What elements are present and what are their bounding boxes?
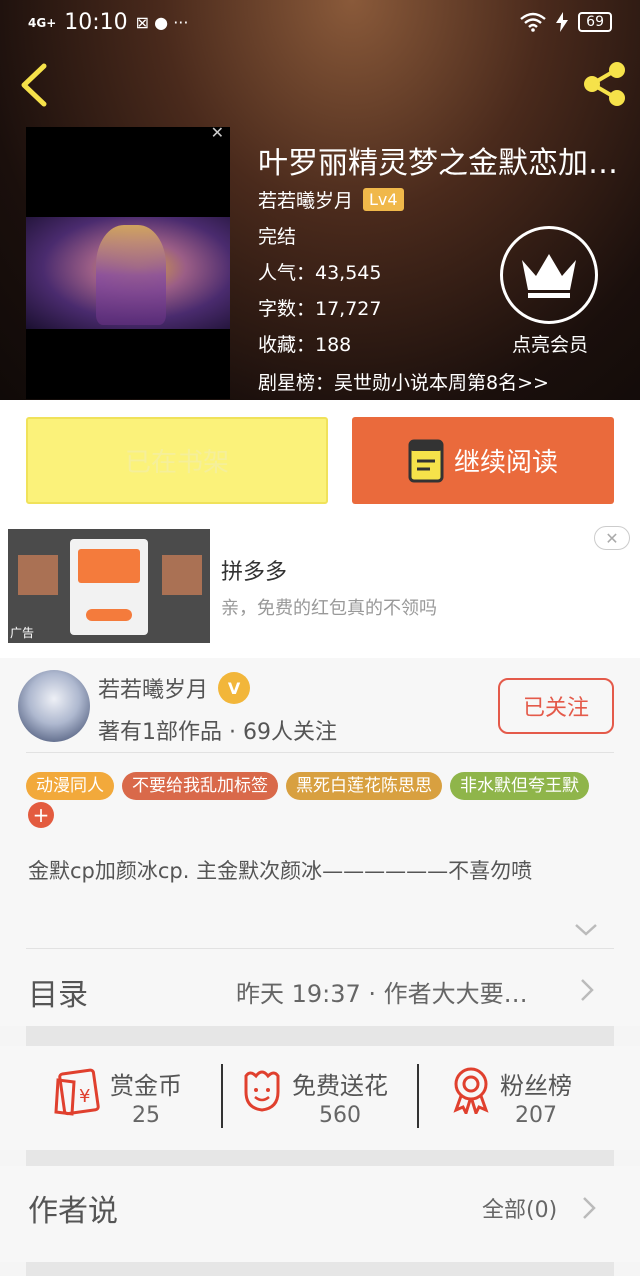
reward-coins-value: 25 [132, 1103, 160, 1128]
send-flower-button[interactable]: 免费送花 560 [240, 1066, 388, 1128]
book-popularity: 人气：43,545 [258, 262, 382, 284]
tag[interactable]: 黑死白莲花陈思思 [286, 772, 442, 800]
tag[interactable]: 动漫同人 [26, 772, 114, 800]
book-header: 4G+ 10:10 ⊠ ● ··· 69 ✕ 叶罗丽精灵梦之金默恋加… 若若曦岁… [0, 0, 640, 400]
book-rank-link[interactable]: 剧星榜：吴世勋小说本周第8名>> [258, 368, 549, 395]
book-author[interactable]: 若若曦岁月 [258, 186, 353, 213]
action-row: 已在书架 继续阅读 [0, 400, 640, 520]
chevron-right-icon [583, 1197, 596, 1219]
section-gap [26, 1026, 614, 1046]
table-of-contents-row[interactable]: 目录 昨天 19:37 · 作者大大要… [0, 950, 640, 1026]
status-time: 10:10 [64, 10, 128, 35]
ad-image: 广告 [8, 529, 210, 643]
in-shelf-label: 已在书架 [124, 448, 229, 478]
chevron-right-icon [581, 979, 594, 1001]
crown-icon [522, 254, 576, 298]
cover-close-icon: ✕ [210, 127, 224, 142]
battery-indicator: 69 [578, 12, 612, 32]
add-tag-button[interactable]: + [28, 802, 54, 828]
send-flower-label: 免费送花 [292, 1072, 388, 1100]
book-author-line[interactable]: 若若曦岁月 Lv4 [258, 186, 404, 213]
close-icon: ✕ [605, 528, 619, 548]
ad-title: 拼多多 [221, 560, 288, 585]
support-row: ¥ 赏金币 25 免费送花 560 粉丝榜 207 [0, 1046, 640, 1150]
ad-tag: 广告 [10, 626, 35, 640]
level-badge: Lv4 [363, 188, 404, 211]
fan-ranking-label: 粉丝榜 [500, 1072, 572, 1100]
book-favorites: 收藏：188 [258, 334, 352, 356]
author-says-label: 作者说 [28, 1194, 118, 1229]
author-says-all[interactable]: 全部(0) [482, 1192, 557, 1224]
ad-close-button[interactable]: ✕ [594, 526, 630, 550]
follow-button[interactable]: 已关注 [498, 678, 614, 734]
book-status: 完结 [258, 226, 297, 248]
charging-icon [556, 12, 569, 32]
divider [26, 752, 614, 753]
verified-badge: V [218, 672, 251, 704]
coin-envelope-icon: ¥ [54, 1068, 100, 1116]
continue-reading-label: 继续阅读 [453, 448, 558, 478]
reward-coins-label: 赏金币 [110, 1072, 182, 1100]
vip-label: 点亮会员 [511, 334, 588, 356]
continue-reading-button[interactable]: 继续阅读 [352, 417, 614, 504]
svg-text:¥: ¥ [79, 1086, 90, 1107]
author-stats: 著有1部作品 · 69人关注 [98, 720, 337, 745]
book-word-count: 字数：17,727 [258, 298, 382, 320]
book-cover[interactable]: ✕ [26, 127, 230, 399]
ad-banner[interactable]: 广告 拼多多 亲，免费的红包真的不领吗 ✕ [0, 520, 640, 658]
book-description: 金默cp加颜冰cp. 主金默次颜冰——————不喜勿喷 [28, 859, 533, 883]
network-indicator: 4G+ [28, 15, 57, 30]
toc-label: 目录 [28, 978, 88, 1013]
share-button[interactable] [580, 60, 628, 108]
status-bar: 4G+ 10:10 ⊠ ● ··· 69 [0, 0, 640, 50]
book-title: 叶罗丽精灵梦之金默恋加… [258, 146, 618, 181]
avatar[interactable] [18, 670, 90, 742]
wifi-icon [520, 12, 546, 32]
share-icon [584, 62, 625, 106]
flower-icon [244, 1070, 280, 1112]
book-icon [408, 439, 444, 482]
author-section: 若若曦岁月 V 著有1部作品 · 69人关注 已关注 动漫同人 不要给我乱加标签… [0, 658, 640, 950]
cover-image [26, 217, 230, 329]
back-button[interactable] [16, 62, 52, 108]
in-shelf-button[interactable]: 已在书架 [26, 417, 328, 504]
toc-latest-chapter: 昨天 19:37 · 作者大大要… [236, 980, 528, 1008]
ad-description: 亲，免费的红包真的不领吗 [221, 598, 437, 619]
divider [221, 1064, 223, 1128]
follow-label: 已关注 [522, 696, 589, 721]
author-name-row[interactable]: 若若曦岁月 V [98, 672, 251, 704]
author-says-row[interactable]: 作者说 全部(0) [0, 1166, 640, 1262]
fan-ranking-value: 207 [515, 1103, 557, 1128]
medal-icon [453, 1067, 489, 1114]
tag-list: 动漫同人 不要给我乱加标签 黑死白莲花陈思思 非水默但夸王默 [26, 772, 626, 800]
section-gap [26, 1262, 614, 1276]
tag[interactable]: 不要给我乱加标签 [122, 772, 278, 800]
divider [26, 948, 614, 949]
chevron-down-icon[interactable] [572, 920, 600, 940]
section-gap [26, 1150, 614, 1166]
send-flower-value: 560 [319, 1103, 361, 1128]
reward-coins-button[interactable]: ¥ 赏金币 25 [54, 1066, 182, 1128]
vip-button[interactable]: 点亮会员 [500, 226, 600, 357]
chevron-left-icon [21, 63, 47, 107]
divider [417, 1064, 419, 1128]
notification-icons: ⊠ ● ··· [135, 13, 189, 32]
tag[interactable]: 非水默但夸王默 [450, 772, 589, 800]
author-name[interactable]: 若若曦岁月 [98, 672, 208, 704]
fan-ranking-button[interactable]: 粉丝榜 207 [450, 1066, 572, 1128]
